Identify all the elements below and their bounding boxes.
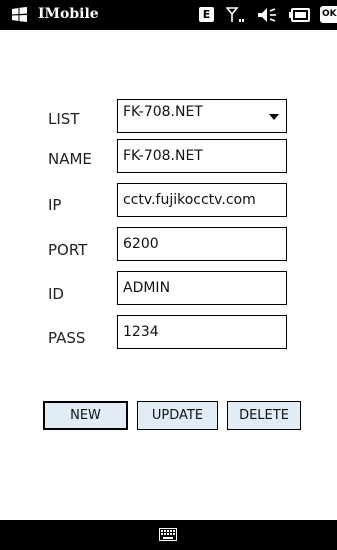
ip-label: IP xyxy=(48,196,62,214)
list-dropdown-value: FK-708.NET xyxy=(123,104,203,120)
port-input[interactable] xyxy=(117,227,287,261)
list-dropdown[interactable]: FK-708.NET xyxy=(117,99,287,133)
name-input[interactable] xyxy=(117,139,287,173)
update-button[interactable]: UPDATE xyxy=(137,401,218,430)
app-title: IMobile xyxy=(38,6,99,22)
app-screen: IMobile E OK LIST FK-708.NET NAME IP POR… xyxy=(0,0,337,550)
pass-input[interactable] xyxy=(117,315,287,349)
new-button[interactable]: NEW xyxy=(43,401,128,430)
name-label: NAME xyxy=(48,150,92,168)
pass-label: PASS xyxy=(48,329,86,347)
ip-input[interactable] xyxy=(117,183,287,217)
windows-flag-icon[interactable] xyxy=(11,7,28,22)
id-label: ID xyxy=(48,285,64,303)
battery-icon xyxy=(289,8,310,22)
list-label: LIST xyxy=(48,110,80,128)
id-input[interactable] xyxy=(117,271,287,305)
e-badge-icon: E xyxy=(199,7,214,22)
ok-button[interactable]: OK xyxy=(320,6,337,23)
chevron-down-icon[interactable] xyxy=(269,114,279,120)
signal-icon xyxy=(226,7,244,22)
speaker-icon xyxy=(258,8,276,22)
bottom-bar xyxy=(0,520,337,550)
port-label: PORT xyxy=(48,241,88,259)
delete-button[interactable]: DELETE xyxy=(227,401,301,430)
title-bar: IMobile E OK xyxy=(0,0,337,30)
keyboard-icon[interactable] xyxy=(159,528,177,541)
